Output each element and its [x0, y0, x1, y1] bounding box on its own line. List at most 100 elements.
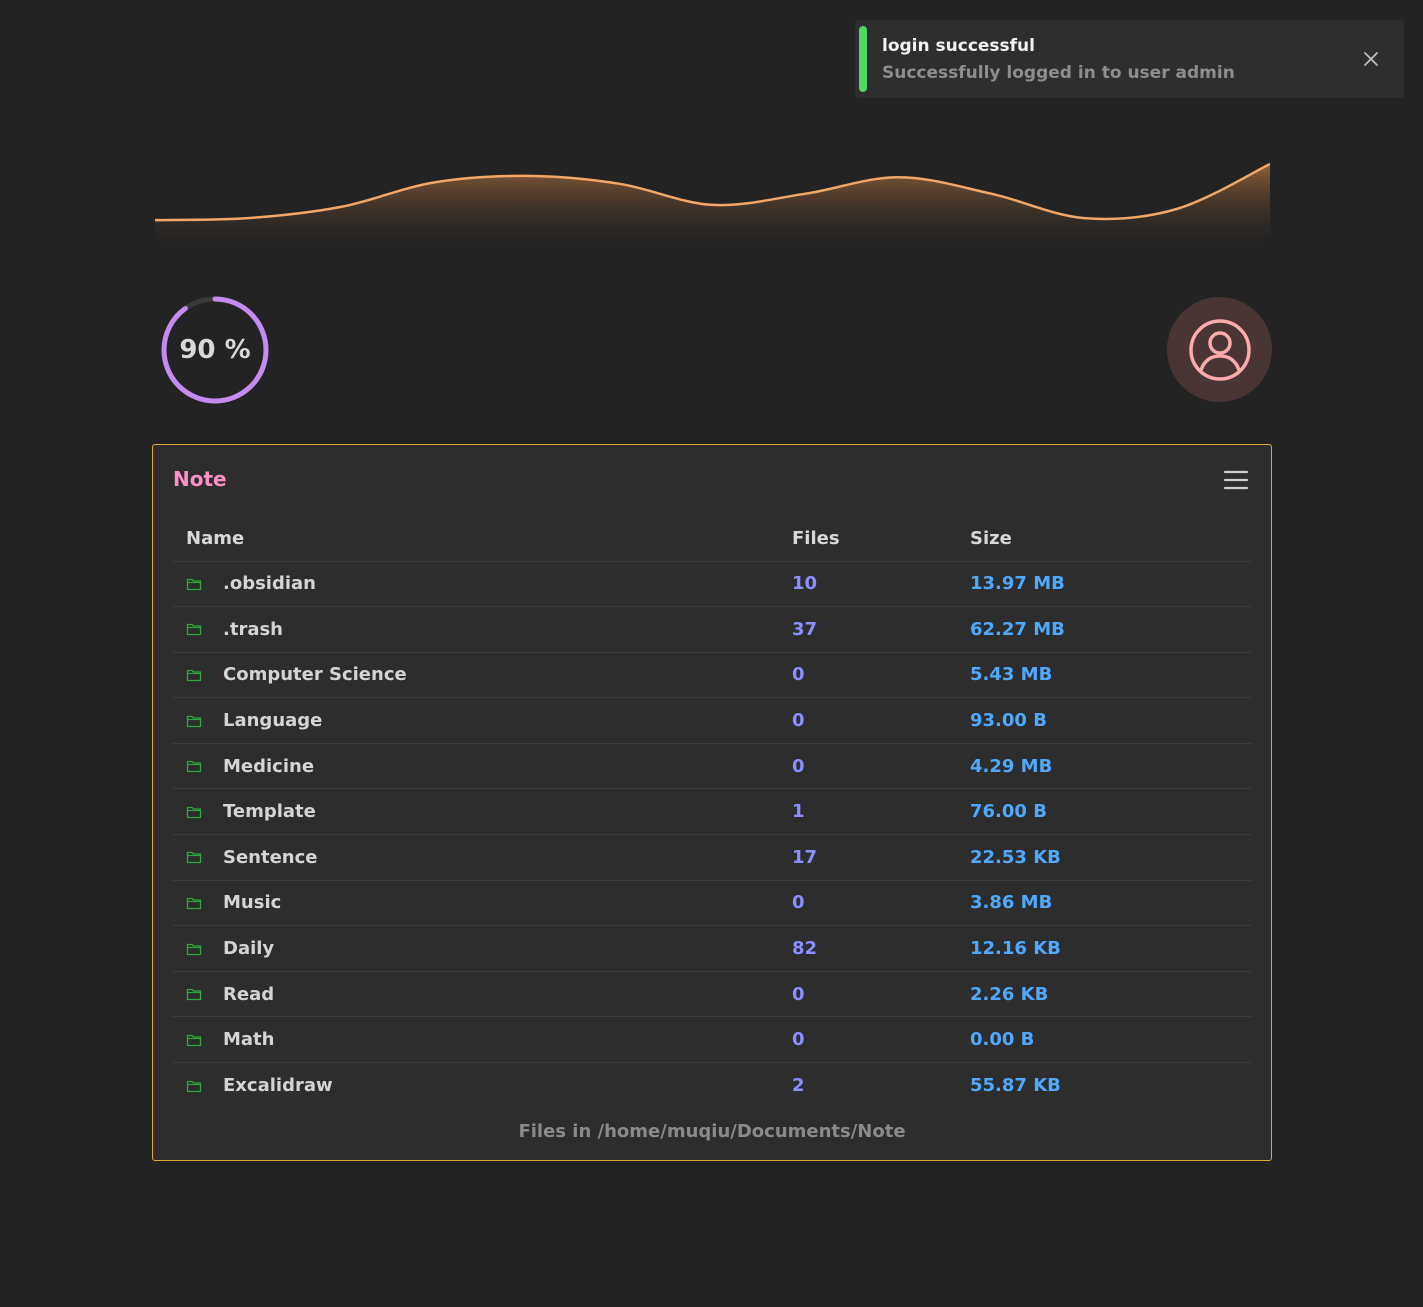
file-count: 10: [792, 573, 818, 595]
card-title: Note: [173, 467, 227, 491]
file-count: 0: [792, 1029, 805, 1051]
folder-size: 5.43 MB: [970, 664, 1053, 686]
table-row[interactable]: Music 0 3.86 MB: [173, 880, 1251, 927]
name-cell: Excalidraw: [173, 1063, 792, 1109]
table-header-row: Name Files Size: [173, 517, 1251, 562]
progress-label: 90 %: [179, 335, 251, 365]
name-cell: Language: [173, 697, 792, 744]
column-header-name[interactable]: Name: [173, 517, 792, 562]
folder-name[interactable]: .obsidian: [223, 573, 316, 594]
folder-size: 3.86 MB: [970, 892, 1053, 914]
table-row[interactable]: .trash 37 62.27 MB: [173, 606, 1251, 653]
size-cell: 2.26 KB: [970, 971, 1251, 1018]
folder-size: 0.00 B: [970, 1029, 1035, 1051]
wave-area: [155, 164, 1270, 242]
size-cell: 22.53 KB: [970, 834, 1251, 881]
folder-name[interactable]: Read: [223, 984, 274, 1005]
close-icon[interactable]: [1360, 48, 1382, 70]
toast-title: login successful: [882, 36, 1035, 56]
folder-size: 93.00 B: [970, 710, 1047, 732]
size-cell: 4.29 MB: [970, 743, 1251, 790]
table-row[interactable]: Math 0 0.00 B: [173, 1016, 1251, 1064]
name-cell: Template: [173, 788, 792, 836]
file-count: 0: [792, 983, 805, 1005]
folder-icon: [186, 624, 202, 636]
table-row[interactable]: Sentence 17 22.53 KB: [173, 834, 1251, 881]
folder-name[interactable]: Music: [223, 892, 281, 913]
table-row[interactable]: Computer Science 0 5.43 MB: [173, 652, 1251, 699]
folder-name[interactable]: Daily: [223, 938, 274, 959]
user-circle-icon: [1188, 318, 1251, 381]
name-cell: Computer Science: [173, 652, 792, 699]
size-cell: 12.16 KB: [970, 925, 1251, 972]
folder-size: 62.27 MB: [970, 618, 1065, 640]
file-count: 82: [792, 938, 818, 960]
file-count: 0: [792, 755, 805, 777]
folder-icon: [186, 761, 202, 773]
name-cell: .trash: [173, 606, 792, 653]
name-cell: Music: [173, 880, 792, 927]
table-row[interactable]: Language 0 93.00 B: [173, 697, 1251, 744]
size-cell: 3.86 MB: [970, 880, 1251, 927]
table-row[interactable]: Excalidraw 2 55.87 KB: [173, 1063, 1251, 1109]
folder-icon: [186, 578, 202, 590]
folder-icon: [186, 988, 202, 1001]
files-cell: 82: [792, 925, 970, 972]
column-header-files[interactable]: Files: [792, 517, 970, 562]
files-cell: 0: [792, 1016, 970, 1064]
table-row[interactable]: Daily 82 12.16 KB: [173, 925, 1251, 972]
folder-icon: [186, 897, 202, 910]
folder-name[interactable]: Language: [223, 710, 322, 731]
name-cell: Medicine: [173, 743, 792, 790]
files-cell: 0: [792, 697, 970, 744]
card-footer: Files in /home/muqiu/Documents/Note: [518, 1121, 906, 1142]
folder-name[interactable]: Medicine: [223, 756, 314, 777]
folder-name[interactable]: Sentence: [223, 847, 318, 868]
folder-icon: [186, 715, 202, 727]
name-cell: Sentence: [173, 834, 792, 881]
file-count: 37: [792, 618, 818, 640]
folder-name[interactable]: Computer Science: [223, 664, 407, 685]
files-cell: 1: [792, 788, 970, 836]
size-cell: 0.00 B: [970, 1016, 1251, 1064]
table-row[interactable]: Read 0 2.26 KB: [173, 971, 1251, 1018]
files-cell: 17: [792, 834, 970, 881]
table-row[interactable]: .obsidian 10 13.97 MB: [173, 561, 1251, 608]
folder-icon: [186, 806, 202, 818]
folder-name[interactable]: Template: [223, 801, 316, 822]
table-row[interactable]: Template 1 76.00 B: [173, 788, 1251, 836]
folder-size: 22.53 KB: [970, 846, 1061, 868]
folder-icon: [186, 1080, 202, 1092]
folder-name[interactable]: Math: [223, 1029, 274, 1050]
name-cell: .obsidian: [173, 561, 792, 608]
files-cell: 0: [792, 971, 970, 1018]
folder-name[interactable]: .trash: [223, 619, 283, 640]
files-cell: 37: [792, 606, 970, 653]
files-cell: 2: [792, 1063, 970, 1109]
files-cell: 10: [792, 561, 970, 608]
name-cell: Read: [173, 971, 792, 1018]
toast-accent-bar: [859, 26, 867, 92]
file-count: 0: [792, 664, 805, 686]
toast-notification: login successful Successfully logged in …: [855, 20, 1404, 98]
name-cell: Math: [173, 1016, 792, 1064]
file-count: 0: [792, 710, 805, 732]
table-row[interactable]: Medicine 0 4.29 MB: [173, 743, 1251, 790]
folder-size: 2.26 KB: [970, 983, 1049, 1005]
files-cell: 0: [792, 743, 970, 790]
folder-name[interactable]: Excalidraw: [223, 1075, 333, 1096]
hamburger-menu-icon[interactable]: [1223, 469, 1249, 491]
activity-wave-chart: [155, 162, 1270, 242]
column-header-size[interactable]: Size: [970, 517, 1251, 562]
file-count: 2: [792, 1075, 805, 1097]
folder-size: 55.87 KB: [970, 1075, 1061, 1097]
folder-size: 13.97 MB: [970, 573, 1065, 595]
folder-table: Name Files Size .obsidian 10 13.97 MB .tras…: [173, 517, 1251, 1108]
files-cell: 0: [792, 652, 970, 699]
files-cell: 0: [792, 880, 970, 927]
file-count: 0: [792, 892, 805, 914]
size-cell: 93.00 B: [970, 697, 1251, 744]
folder-icon: [186, 1034, 202, 1046]
avatar-button[interactable]: [1167, 297, 1272, 402]
size-cell: 55.87 KB: [970, 1063, 1251, 1109]
